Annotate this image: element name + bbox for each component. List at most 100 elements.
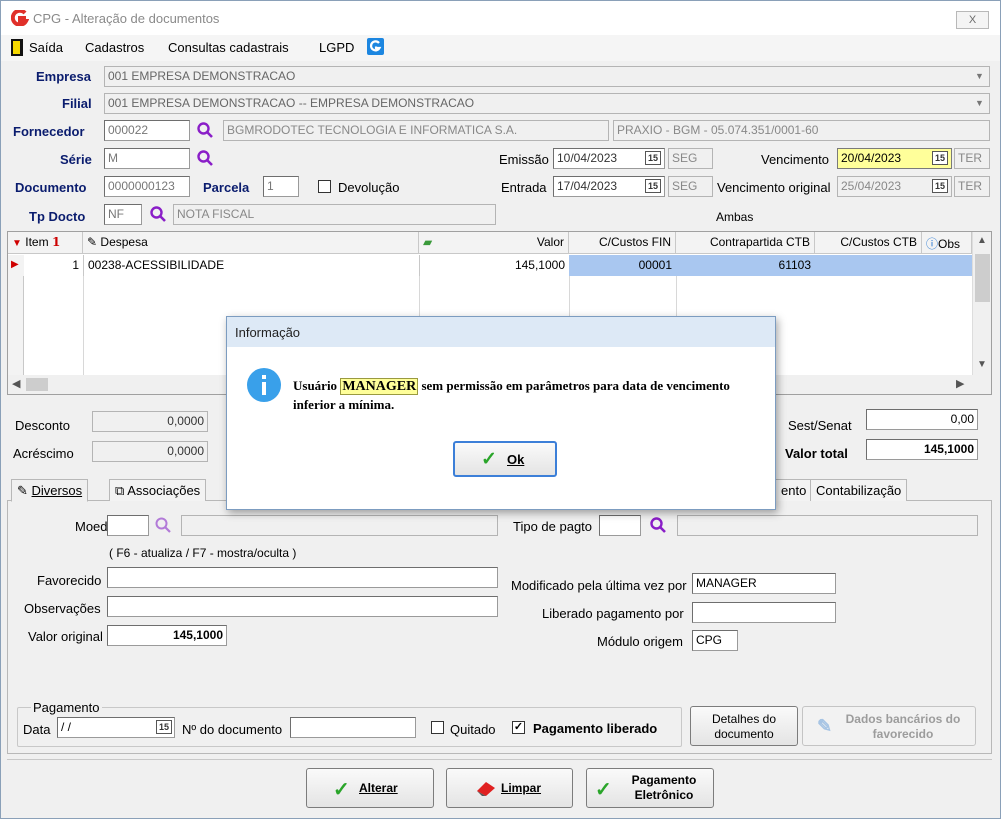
search-icon[interactable]: [649, 516, 667, 534]
tab-associacoes[interactable]: ⧉ Associações: [109, 479, 207, 501]
lgpd-logo-icon[interactable]: [367, 38, 384, 55]
tab-diversos[interactable]: ✎ Diversos: [11, 479, 89, 502]
documento-input[interactable]: 0000000123: [104, 176, 190, 197]
entrada-label: Entrada: [501, 180, 547, 195]
tpdocto-name-field: NOTA FISCAL: [173, 204, 496, 225]
search-icon[interactable]: [196, 121, 214, 139]
header-cc-ctb[interactable]: C/Custos CTB: [815, 232, 922, 254]
venc-original-field: 25/04/2023 15: [837, 176, 952, 197]
cell-valor[interactable]: 145,1000: [419, 255, 569, 276]
scroll-down-icon[interactable]: ▼: [977, 359, 987, 370]
tab-contabilizacao[interactable]: Contabilização: [810, 479, 908, 501]
row-pointer-icon: ▶: [8, 255, 24, 276]
dialog-message: Usuário MANAGER sem permissão em parâmet…: [293, 377, 763, 414]
devolucao-label: Devolução: [338, 180, 400, 195]
parcela-input[interactable]: 1: [263, 176, 299, 197]
emissao-value: 10/04/2023: [557, 151, 618, 165]
header-item[interactable]: ▼ Item 1: [8, 232, 83, 254]
venc-original-day-field: TER: [954, 176, 990, 197]
dados-bancarios-label: Dados bancários do favorecido: [845, 712, 961, 741]
ok-button[interactable]: ✓ Ok: [453, 441, 557, 477]
valor-original-field: 145,1000: [107, 625, 227, 646]
close-button[interactable]: X: [956, 11, 989, 29]
header-valor[interactable]: ▰ Valor: [419, 232, 569, 254]
message-user-highlight: MANAGER: [340, 378, 419, 395]
tipo-pagto-label: Tipo de pagto: [513, 519, 593, 534]
acrescimo-field: 0,0000: [92, 441, 208, 462]
filial-select[interactable]: 001 EMPRESA DEMONSTRACAO -- EMPRESA DEMO…: [104, 93, 990, 114]
ok-label: Ok: [507, 452, 525, 467]
menu-exit[interactable]: Saída: [29, 40, 63, 55]
search-icon[interactable]: [154, 516, 172, 534]
chevron-down-icon[interactable]: ▼: [971, 68, 988, 85]
vencimento-input[interactable]: 20/04/2023 15: [837, 148, 952, 169]
devolucao-checkbox[interactable]: [318, 180, 331, 193]
data-input[interactable]: / / 15: [57, 717, 175, 738]
calendar-icon[interactable]: 15: [156, 720, 172, 734]
info-icon: [247, 368, 281, 402]
desconto-field: 0,0000: [92, 411, 208, 432]
total-field: 145,1000: [866, 439, 978, 460]
ndoc-input[interactable]: [290, 717, 416, 738]
serie-input[interactable]: M: [104, 148, 190, 169]
fornecedor-code-input[interactable]: 000022: [104, 120, 190, 141]
row-indicator-column: [8, 276, 24, 375]
tpdocto-input[interactable]: NF: [104, 204, 142, 225]
scroll-up-icon[interactable]: ▲: [977, 235, 987, 246]
header-despesa[interactable]: ✎ Despesa: [83, 232, 419, 254]
cell-contrapartida[interactable]: 61103: [676, 255, 815, 276]
entrada-input[interactable]: 17/04/2023 15: [553, 176, 665, 197]
search-icon[interactable]: [196, 149, 214, 167]
scroll-left-icon[interactable]: ◀: [12, 377, 20, 390]
empresa-select[interactable]: 001 EMPRESA DEMONSTRACAO ▼: [104, 66, 990, 87]
sort-icon: 1: [51, 235, 61, 249]
scroll-right-icon[interactable]: ▶: [956, 377, 964, 390]
cell-despesa[interactable]: 00238-ACESSIBILIDADE: [83, 255, 419, 276]
alterar-label: Alterar: [359, 781, 398, 795]
detalhes-documento-button[interactable]: Detalhes do documento: [690, 706, 798, 746]
limpar-button[interactable]: Limpar: [446, 768, 573, 808]
alterar-button[interactable]: ✓ Alterar: [306, 768, 434, 808]
pagamento-eletronico-button[interactable]: ✓ Pagamento Eletrônico: [586, 768, 714, 808]
scroll-thumb[interactable]: [975, 254, 990, 302]
tpdocto-label: Tp Docto: [29, 209, 86, 224]
cell-item[interactable]: 1: [24, 255, 83, 276]
pagamento-liberado-checkbox[interactable]: ✓: [512, 721, 525, 734]
header-contrapartida[interactable]: Contrapartida CTB: [676, 232, 815, 254]
calendar-icon[interactable]: 15: [645, 151, 661, 165]
calendar-icon[interactable]: 15: [932, 151, 948, 165]
title-bar: CPG - Alteração de documentos X: [1, 1, 1000, 35]
check-icon: ✓: [595, 779, 612, 801]
tab-pagamento[interactable]: ento: [776, 479, 813, 501]
dados-bancarios-button: ✎ Dados bancários do favorecido: [802, 706, 976, 746]
header-obs[interactable]: ⓘObs: [922, 232, 972, 254]
sest-label: Sest/Senat: [788, 418, 852, 433]
favorecido-label: Favorecido: [37, 573, 102, 588]
info-icon: ⓘ: [926, 237, 939, 251]
quitado-checkbox[interactable]: [431, 721, 444, 734]
tipo-pagto-input[interactable]: [599, 515, 641, 536]
eraser-icon: [477, 782, 495, 796]
calendar-icon[interactable]: 15: [645, 179, 661, 193]
menu-lgpd[interactable]: LGPD: [319, 40, 354, 55]
sest-field[interactable]: 0,00: [866, 409, 978, 430]
chevron-down-icon[interactable]: ▼: [971, 95, 988, 112]
emissao-input[interactable]: 10/04/2023 15: [553, 148, 665, 169]
menu-cadastros[interactable]: Cadastros: [85, 40, 144, 55]
cell-cc-fin[interactable]: 00001: [569, 255, 676, 276]
header-cc-fin[interactable]: C/Custos FIN: [569, 232, 676, 254]
observacoes-input[interactable]: [107, 596, 498, 617]
moeda-input[interactable]: [107, 515, 149, 536]
empresa-value: 001 EMPRESA DEMONSTRACAO: [108, 69, 296, 83]
data-value: / /: [61, 720, 72, 734]
dialog-title: Informação: [227, 317, 775, 347]
emissao-label: Emissão: [499, 152, 549, 167]
check-icon: ✓: [333, 779, 350, 801]
table-row[interactable]: ▶ 1 00238-ACESSIBILIDADE 145,1000 00001 …: [8, 255, 972, 276]
search-icon[interactable]: [149, 205, 167, 223]
favorecido-input[interactable]: [107, 567, 498, 588]
menu-consultas[interactable]: Consultas cadastrais: [168, 40, 289, 55]
grid-vertical-scrollbar[interactable]: ▲ ▼: [972, 232, 991, 375]
scroll-thumb[interactable]: [26, 378, 48, 391]
fornecedor-label: Fornecedor: [13, 124, 85, 139]
